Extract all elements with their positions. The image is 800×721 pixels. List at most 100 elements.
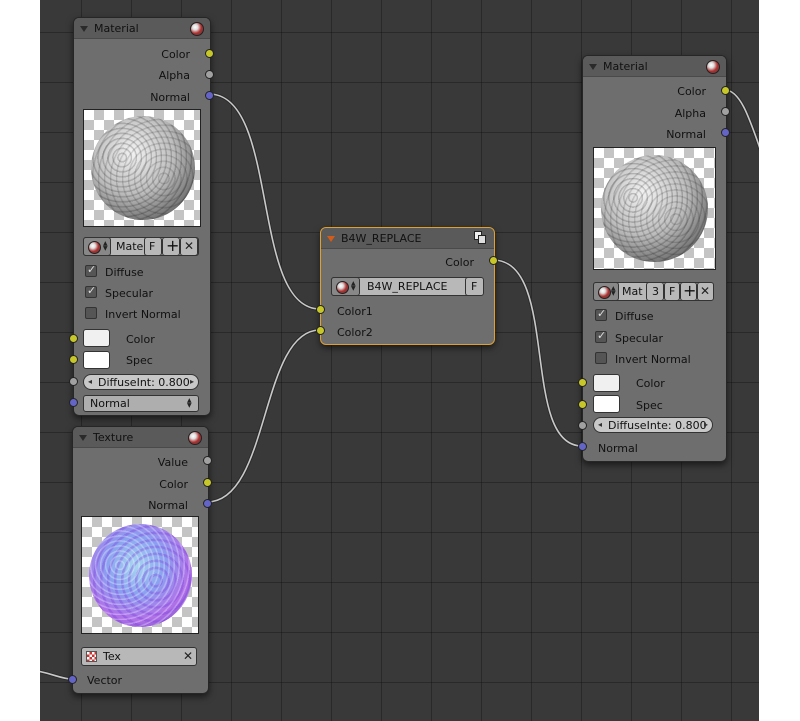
texture-node[interactable]: Texture Value Color Normal Tex ✕ Vector: [68, 426, 212, 694]
input-spec-socket[interactable]: [69, 355, 78, 364]
unlink-material-button[interactable]: ✕: [180, 237, 198, 256]
link-normal-to-color1: [208, 92, 321, 311]
node-editor[interactable]: Material Color Alpha Normal ▲ ▼ Mate F + …: [40, 0, 759, 721]
node-title: Material: [603, 60, 648, 73]
input-color2-socket[interactable]: [316, 326, 325, 335]
preview-toggle-icon[interactable]: [188, 431, 202, 445]
node-title: Texture: [93, 431, 134, 444]
new-material-button[interactable]: +: [162, 236, 180, 256]
node-header[interactable]: Texture: [73, 427, 208, 448]
preview-sphere: [89, 524, 192, 627]
close-icon: ✕: [184, 239, 195, 253]
collapse-arrow-icon[interactable]: [80, 26, 88, 32]
output-color-socket[interactable]: [489, 256, 498, 265]
input-color-socket[interactable]: [578, 378, 587, 387]
preview-toggle-icon[interactable]: [190, 22, 204, 36]
color-swatch[interactable]: [83, 329, 110, 347]
specular-label: Specular: [615, 332, 664, 345]
users-count-button[interactable]: 3: [646, 282, 664, 301]
input-diffuse-intensity-socket[interactable]: [69, 377, 78, 386]
output-normal-label: Normal: [666, 128, 706, 141]
node-header[interactable]: Material: [583, 56, 726, 77]
diffuse-intensity-slider[interactable]: ◂ DiffuseInte: 0.800 ▸: [593, 417, 713, 433]
check-icon: ✓: [87, 284, 97, 297]
group-name-field[interactable]: B4W_REPLACE: [367, 280, 448, 293]
check-icon: ✓: [597, 307, 607, 320]
collapse-arrow-icon[interactable]: [589, 64, 597, 70]
node-header[interactable]: B4W_REPLACE: [321, 228, 494, 249]
browse-group-button[interactable]: ▲ ▼: [331, 277, 360, 296]
node-group-icon[interactable]: [474, 231, 486, 244]
invert-normal-checkbox[interactable]: [85, 307, 97, 319]
output-color-label: Color: [161, 48, 190, 61]
node-header[interactable]: Material: [74, 18, 210, 39]
specular-checkbox[interactable]: ✓: [85, 284, 97, 298]
unlink-material-button[interactable]: ✕: [697, 282, 714, 301]
spec-swatch[interactable]: [593, 395, 620, 413]
updown-arrows-icon: ▲ ▼: [351, 280, 356, 292]
fake-user-button[interactable]: F: [144, 237, 162, 256]
material-node-right[interactable]: Material Color Alpha Normal ▲ ▼ Mat 3 F +: [578, 55, 730, 462]
diffuse-checkbox[interactable]: ✓: [85, 263, 97, 277]
material-preview: [83, 109, 201, 227]
input-color2-label: Color2: [337, 326, 373, 339]
material-name-field[interactable]: Mat: [622, 285, 643, 298]
output-alpha-socket[interactable]: [721, 107, 730, 116]
increment-arrow-icon[interactable]: ▸: [704, 420, 708, 429]
increment-arrow-icon[interactable]: ▸: [190, 377, 194, 386]
browse-material-button[interactable]: ▲ ▼: [593, 282, 619, 301]
collapse-arrow-icon[interactable]: [327, 236, 335, 242]
input-color-socket[interactable]: [69, 334, 78, 343]
material-selector[interactable]: ▲ ▼ Mat 3 F + ✕: [593, 281, 714, 301]
output-alpha-socket[interactable]: [205, 70, 214, 79]
normal-dropdown[interactable]: Normal ▲ ▼: [83, 395, 199, 412]
close-icon[interactable]: ✕: [183, 649, 193, 663]
output-color-socket[interactable]: [205, 49, 214, 58]
input-vector-socket[interactable]: [68, 675, 77, 684]
fake-user-button[interactable]: F: [664, 282, 680, 301]
input-normal-socket[interactable]: [578, 442, 587, 451]
output-color-socket[interactable]: [721, 86, 730, 95]
output-normal-socket[interactable]: [721, 128, 730, 137]
output-alpha-label: Alpha: [674, 107, 706, 120]
texture-selector[interactable]: Tex ✕: [81, 647, 197, 666]
color-swatch[interactable]: [593, 374, 620, 392]
node-title: B4W_REPLACE: [341, 232, 422, 245]
input-normal-socket[interactable]: [69, 398, 78, 407]
input-diffuse-intensity-socket[interactable]: [578, 421, 587, 430]
collapse-arrow-icon[interactable]: [79, 435, 87, 441]
decrement-arrow-icon[interactable]: ◂: [598, 420, 602, 429]
material-name-field[interactable]: Mate: [116, 240, 143, 253]
preview-toggle-icon[interactable]: [706, 60, 720, 74]
decrement-arrow-icon[interactable]: ◂: [88, 377, 92, 386]
output-color-socket[interactable]: [203, 478, 212, 487]
output-normal-socket[interactable]: [205, 91, 214, 100]
b4w-replace-node[interactable]: B4W_REPLACE Color ▲ ▼ B4W_REPLACE F Color…: [316, 227, 498, 345]
dropdown-arrows-icon: ▲ ▼: [187, 397, 192, 409]
fake-user-button[interactable]: F: [465, 277, 484, 296]
input-spec-socket[interactable]: [578, 400, 587, 409]
group-selector[interactable]: ▲ ▼ B4W_REPLACE F: [331, 277, 484, 296]
output-value-socket[interactable]: [203, 456, 212, 465]
material-sphere-icon: [598, 286, 611, 299]
preview-sphere: [601, 155, 708, 262]
browse-material-button[interactable]: ▲ ▼: [83, 237, 111, 256]
output-color-label: Color: [677, 85, 706, 98]
material-node-left[interactable]: Material Color Alpha Normal ▲ ▼ Mate F + …: [69, 17, 214, 416]
invert-normal-checkbox[interactable]: [595, 352, 607, 364]
spec-input-label: Spec: [126, 354, 153, 367]
link-b4w-to-normal: [492, 258, 583, 448]
spec-swatch[interactable]: [83, 351, 110, 369]
output-normal-socket[interactable]: [203, 499, 212, 508]
input-color1-socket[interactable]: [316, 305, 325, 314]
plus-icon: +: [683, 281, 697, 300]
diffuse-label: Diffuse: [105, 266, 144, 279]
diffuse-intensity-slider[interactable]: ◂ DiffuseInt: 0.800 ▸: [83, 374, 199, 390]
diffuse-checkbox[interactable]: ✓: [595, 307, 607, 321]
material-selector[interactable]: ▲ ▼ Mate F + ✕: [83, 236, 199, 256]
texture-name-field[interactable]: Tex: [103, 650, 121, 663]
texture-checker-icon: [86, 651, 97, 662]
texture-preview: [81, 516, 199, 634]
specular-checkbox[interactable]: ✓: [595, 329, 607, 343]
new-material-button[interactable]: +: [680, 281, 697, 301]
